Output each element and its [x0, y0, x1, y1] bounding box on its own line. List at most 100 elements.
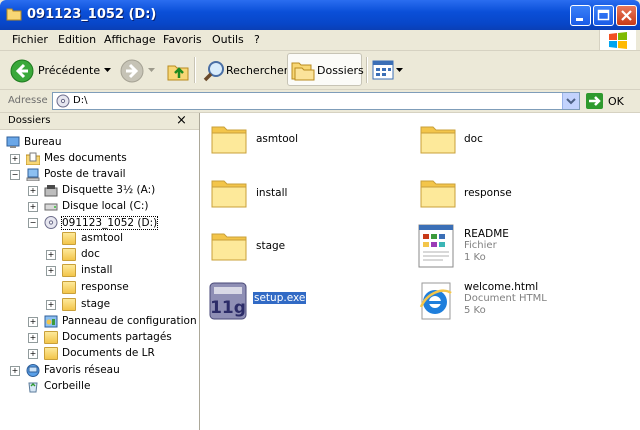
menu-fichier[interactable]: Fichier	[12, 33, 48, 46]
go-label[interactable]: OK	[608, 95, 624, 108]
tree-label: Documents partagés	[62, 331, 172, 343]
file-item-welcome-html[interactable]: welcome.html Document HTML 5 Ko	[418, 279, 618, 323]
expand-icon[interactable]: +	[28, 202, 38, 212]
expand-icon[interactable]: +	[46, 250, 56, 260]
window-title: 091123_1052 (D:)	[27, 7, 157, 22]
file-item-doc[interactable]: doc	[419, 121, 599, 165]
title-bar[interactable]: 091123_1052 (D:)	[0, 0, 640, 30]
toolbar-separator	[194, 57, 196, 83]
menu-edition[interactable]: Edition	[58, 33, 96, 46]
expand-icon[interactable]: +	[10, 154, 20, 164]
tree-label: Panneau de configuration	[62, 315, 197, 327]
search-label: Rechercher	[226, 64, 289, 77]
explorer-window: 091123_1052 (D:) Fichier Edition Afficha…	[0, 0, 640, 430]
file-item-stage[interactable]: stage	[210, 228, 390, 272]
search-button[interactable]: Rechercher	[199, 54, 288, 86]
tree-label: doc	[81, 248, 100, 260]
expand-icon[interactable]: +	[46, 266, 56, 276]
cd-drive-icon	[56, 94, 70, 108]
collapse-icon[interactable]: −	[28, 218, 38, 228]
tree-label: Bureau	[24, 136, 62, 148]
forward-button[interactable]	[118, 54, 160, 86]
tree-label: Disque local (C:)	[62, 200, 149, 212]
back-arrow-icon	[10, 59, 34, 83]
windows-logo-icon	[609, 32, 627, 49]
tree-label: response	[81, 281, 129, 293]
toolbar: Précédente Rechercher Dossiers	[0, 51, 640, 90]
menu-help[interactable]: ?	[254, 33, 260, 46]
views-icon	[372, 60, 394, 80]
file-item-install[interactable]: install	[210, 175, 390, 219]
folders-pane-title: Dossiers	[8, 115, 51, 126]
svg-text:11g: 11g	[210, 298, 246, 318]
folders-pane: Dossiers × Bureau + Mes documents − Post…	[0, 113, 200, 430]
menu-outils[interactable]: Outils	[212, 33, 244, 46]
folder-icon	[211, 126, 247, 154]
address-value: D:\	[73, 95, 88, 106]
folders-pane-close-button[interactable]: ×	[176, 113, 187, 128]
folder-icon	[6, 8, 22, 21]
file-name: install	[256, 187, 288, 199]
tree-label: asmtool	[81, 232, 124, 244]
folder-icon	[420, 180, 456, 208]
chevron-down-icon	[148, 68, 155, 72]
forward-arrow-icon	[120, 59, 144, 83]
close-button[interactable]	[616, 5, 637, 26]
file-item-response[interactable]: response	[419, 175, 599, 219]
expand-icon[interactable]: +	[46, 300, 56, 310]
file-type: Document HTML	[464, 293, 547, 304]
file-item-readme[interactable]: README Fichier 1 Ko	[418, 224, 618, 268]
file-name: setup.exe	[253, 292, 307, 304]
folders-pane-header: Dossiers ×	[0, 113, 199, 130]
recycle-bin-icon	[28, 382, 38, 393]
file-type: Fichier	[464, 240, 497, 251]
folder-icon	[62, 232, 76, 245]
menu-affichage[interactable]: Affichage	[104, 33, 156, 46]
expand-icon[interactable]: +	[10, 366, 20, 376]
expand-icon[interactable]: +	[28, 317, 38, 327]
back-button[interactable]: Précédente	[6, 54, 118, 86]
chevron-down-icon	[566, 98, 576, 105]
folder-icon	[44, 331, 58, 344]
tree-label: Poste de travail	[44, 168, 126, 180]
network-icon	[26, 364, 40, 377]
windows-logo	[599, 30, 636, 50]
collapse-icon[interactable]: −	[10, 170, 20, 180]
file-name: response	[464, 187, 512, 199]
tree-label: 091123_1052 (D:)	[61, 216, 159, 230]
menu-bar: Fichier Edition Affichage Favoris Outils…	[0, 30, 640, 51]
address-dropdown-button[interactable]	[562, 93, 579, 109]
folder-icon	[211, 233, 247, 261]
tree-label: Mes documents	[44, 152, 127, 164]
search-icon	[203, 61, 224, 82]
minimize-button[interactable]	[570, 5, 591, 26]
expand-icon[interactable]: +	[28, 186, 38, 196]
file-name: stage	[256, 240, 286, 252]
folder-icon	[62, 248, 76, 261]
views-button[interactable]	[370, 54, 404, 86]
back-label: Précédente	[38, 64, 101, 77]
address-input[interactable]: D:\	[52, 92, 580, 110]
file-item-asmtool[interactable]: asmtool	[210, 121, 390, 165]
folders-button[interactable]: Dossiers	[287, 53, 364, 86]
up-folder-icon	[167, 65, 189, 81]
file-name: doc	[464, 133, 483, 145]
file-size: 1 Ko	[464, 252, 486, 263]
floppy-icon	[44, 185, 58, 197]
folder-icon	[62, 298, 76, 311]
file-item-setup-exe[interactable]: 11g setup.exe	[208, 281, 388, 325]
address-label: Adresse	[8, 95, 48, 106]
tree-label: Corbeille	[44, 380, 91, 392]
maximize-button[interactable]	[593, 5, 614, 26]
tree-label: install	[81, 264, 113, 276]
text-file-icon	[418, 224, 454, 268]
up-folder-button[interactable]	[164, 54, 192, 86]
expand-icon[interactable]: +	[28, 349, 38, 359]
tree-label: Disquette 3½ (A:)	[62, 184, 156, 196]
go-button[interactable]	[586, 93, 603, 109]
close-icon	[621, 10, 632, 21]
tree-label: Documents de LR	[62, 347, 155, 359]
menu-favoris[interactable]: Favoris	[163, 33, 202, 46]
folder-icon	[44, 347, 58, 360]
expand-icon[interactable]: +	[28, 333, 38, 343]
